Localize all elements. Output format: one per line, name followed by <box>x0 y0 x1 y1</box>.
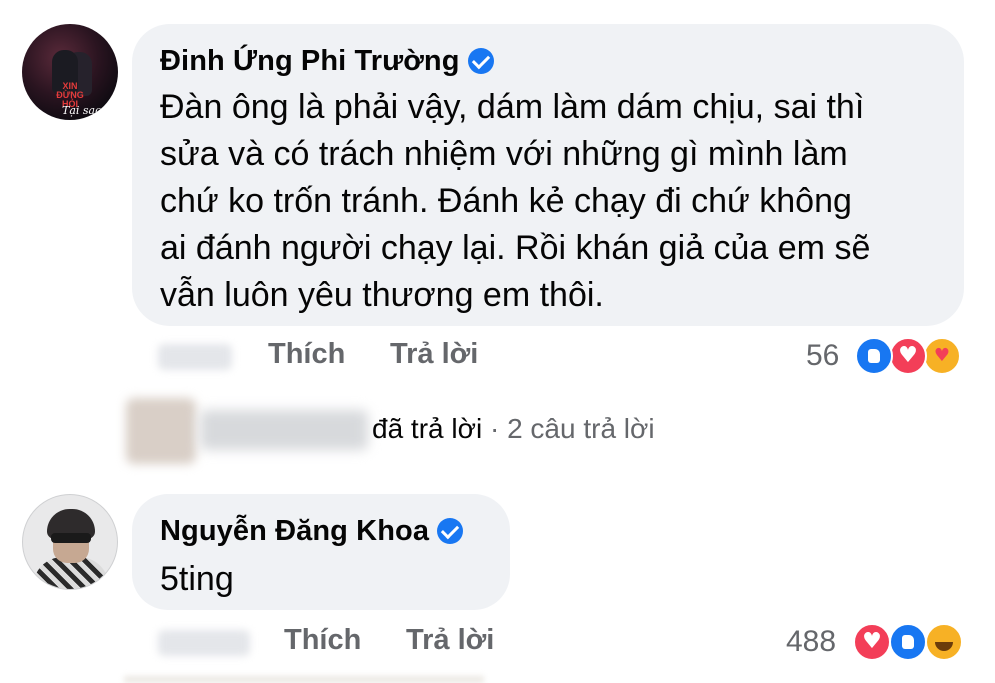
view-replies-link[interactable]: đã trả lời · 2 câu trả lời <box>372 413 655 445</box>
love-icon[interactable] <box>853 623 891 661</box>
like-icon[interactable] <box>855 337 893 375</box>
like-icon[interactable] <box>889 623 927 661</box>
comment-author[interactable]: Nguyễn Đăng Khoa <box>160 514 464 548</box>
reply-button[interactable]: Trả lời <box>390 338 478 371</box>
reply-separator: · <box>489 413 500 444</box>
comment-text-line: chứ ko trốn tránh. Đánh kẻ chạy đi chứ k… <box>160 182 852 220</box>
comment-timestamp-blurred <box>158 630 250 656</box>
reaction-count[interactable]: 56 <box>806 339 839 373</box>
reaction-count[interactable]: 488 <box>786 625 836 659</box>
reply-author-name-blurred[interactable] <box>200 410 368 450</box>
comment-timestamp-blurred <box>158 344 232 370</box>
haha-icon[interactable] <box>925 623 963 661</box>
author-name[interactable]: Nguyễn Đăng Khoa <box>160 515 429 547</box>
verified-badge-icon <box>467 48 494 74</box>
love-icon[interactable] <box>889 337 927 375</box>
next-comment-edge-blurred <box>124 676 484 683</box>
like-button[interactable]: Thích <box>268 338 345 371</box>
comment-text-line: vẫn luôn yêu thương em thôi. <box>160 276 604 314</box>
reply-count: 2 câu trả lời <box>507 413 655 444</box>
commenter-avatar[interactable]: XIN ĐỪNG HỎI Tại sao <box>22 24 118 120</box>
care-icon[interactable] <box>923 337 961 375</box>
reply-author-avatar-blurred[interactable] <box>126 398 196 464</box>
comment-text-line: Đàn ông là phải vậy, dám làm dám chịu, s… <box>160 88 865 126</box>
comment-author[interactable]: Đinh Ứng Phi Trường <box>160 44 494 78</box>
comment-text: Đàn ông là phải vậy, dám làm dám chịu, s… <box>160 84 950 319</box>
like-button[interactable]: Thích <box>284 624 361 657</box>
comment-text: 5ting <box>160 560 234 598</box>
commenter-avatar[interactable] <box>22 494 118 590</box>
comment-text-line: ai đánh người chạy lại. Rồi khán giả của… <box>160 229 871 267</box>
author-name[interactable]: Đinh Ứng Phi Trường <box>160 45 460 77</box>
verified-badge-icon <box>437 518 464 544</box>
reply-button[interactable]: Trả lời <box>406 624 494 657</box>
avatar-script-text: Tại sao <box>62 104 102 117</box>
comment-text-line: sửa và có trách nhiệm với những gì mình … <box>160 135 848 173</box>
avatar-glasses <box>51 533 91 543</box>
reply-action-text: đã trả lời <box>372 413 483 444</box>
